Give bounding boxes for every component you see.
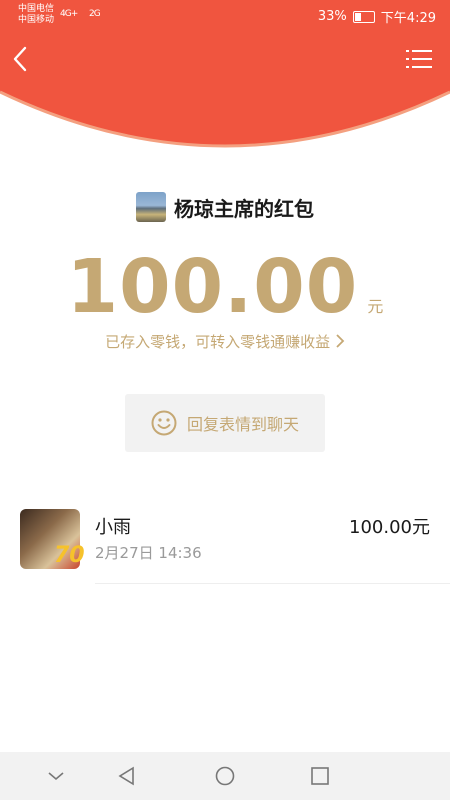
avatar-badge: 70	[54, 543, 85, 568]
saved-note-link[interactable]: 已存入零钱，可转入零钱通赚收益	[0, 331, 450, 352]
carrier-labels: 中国电信 中国移动	[18, 4, 54, 26]
chevron-down-icon[interactable]	[47, 766, 65, 786]
receive-time: 2月27日 14:36	[95, 544, 202, 562]
reply-label: 回复表情到聊天	[186, 415, 299, 434]
sender-row: 杨琼主席的红包	[0, 192, 450, 222]
battery-percent: 33%	[317, 9, 347, 24]
chevron-right-icon	[336, 334, 345, 348]
reply-emoji-button[interactable]: 回复表情到聊天	[125, 394, 325, 452]
list-icon[interactable]	[406, 48, 432, 70]
list-item[interactable]: 70 小雨 2月27日 14:36 100.00元	[0, 505, 450, 585]
divider	[95, 583, 450, 584]
sender-avatar[interactable]	[136, 192, 166, 222]
receive-amount: 100.00元	[349, 517, 430, 538]
smiley-icon	[151, 410, 177, 436]
recents-square-icon[interactable]	[310, 766, 330, 786]
back-triangle-icon[interactable]	[117, 766, 137, 786]
battery-icon	[352, 10, 375, 23]
status-right: 33% 下午4:29	[318, 7, 436, 26]
system-nav-bar	[0, 752, 450, 800]
network-2: 2G	[89, 9, 101, 19]
status-bar: 中国电信 中国移动 4G+ 2G 33% 下午4:29	[0, 0, 450, 32]
clock: 下午4:29	[380, 11, 436, 26]
carrier-1: 中国电信	[18, 4, 55, 14]
network-1: 4G+	[60, 9, 78, 19]
home-circle-icon[interactable]	[214, 766, 236, 786]
packet-title: 杨琼主席的红包	[174, 196, 314, 221]
carrier-2: 中国移动	[18, 15, 55, 25]
packet-amount: 100.00	[66, 244, 359, 330]
amount-row: 100.00 元	[0, 244, 450, 330]
saved-note-text: 已存入零钱，可转入零钱通赚收益	[105, 333, 331, 351]
chevron-left-icon[interactable]	[8, 44, 32, 74]
receiver-name: 小雨	[95, 517, 131, 538]
amount-unit: 元	[367, 297, 384, 316]
